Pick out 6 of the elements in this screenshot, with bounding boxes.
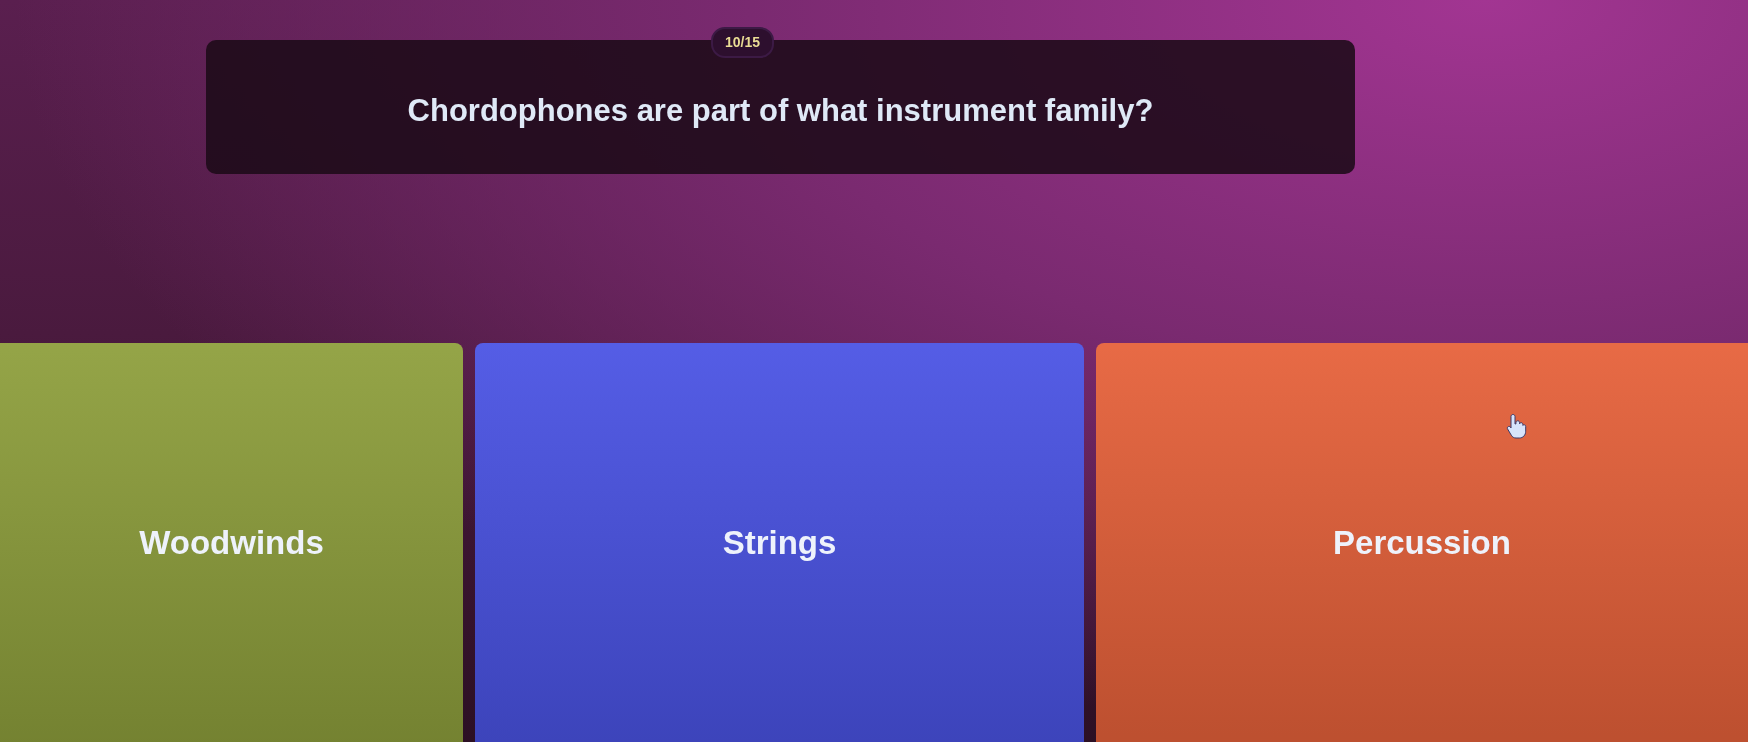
answer-option[interactable]: Woodwinds	[0, 343, 463, 742]
answer-option[interactable]: Percussion	[1096, 343, 1748, 742]
question-text: Chordophones are part of what instrument family?	[407, 91, 1154, 130]
answer-option[interactable]: Strings	[475, 343, 1084, 742]
hand-pointer-icon	[1506, 413, 1528, 439]
question-counter: 10/15	[711, 27, 775, 58]
